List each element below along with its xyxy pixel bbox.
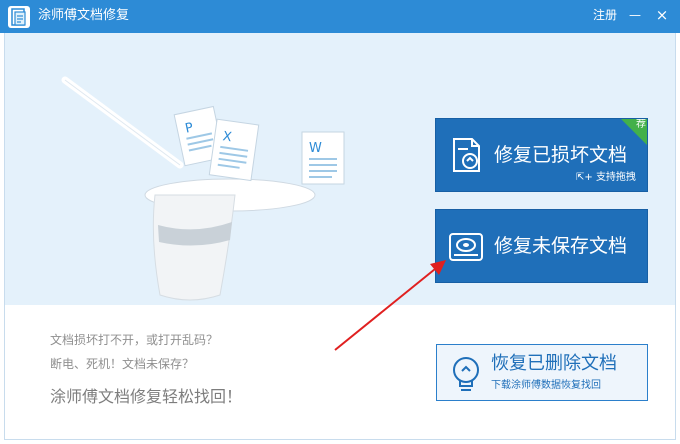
minimize-button[interactable]: — [627,6,643,24]
lightbulb-icon [447,354,485,394]
repair-damaged-button[interactable]: 修复已损坏文档 ⇱+ 支持拖拽 荐 [435,118,648,192]
window-title: 涂师傅文档修复 [38,8,130,23]
magic-hat-documents-illustration: P X W [60,70,360,310]
recommended-badge-text: 荐 [636,119,646,130]
disk-icon [446,226,486,266]
close-button[interactable]: × [654,6,670,24]
recover-deleted-sublabel: 下载涂师傅数据恢复找回 [491,380,601,391]
repair-unsaved-label: 修复未保存文档 [494,235,628,257]
app-window: 涂师傅文档修复 注册 — × P X W 修复已损坏文档 ⇱+ 支持拖拽 荐 修… [0,0,680,444]
title-bar[interactable]: 涂师傅文档修复 注册 — × [0,0,680,33]
recover-deleted-label: 恢复已删除文档 [491,353,617,374]
app-logo-icon [8,6,30,28]
drag-support-label: ⇱+ 支持拖拽 [576,171,636,185]
cursor-plus-icon: ⇱+ [576,172,596,183]
recover-deleted-button[interactable]: 恢复已删除文档 下载涂师傅数据恢复找回 [436,344,648,401]
tagline-damaged: 文档损坏打不开，或打开乱码？ [50,333,219,347]
drag-support-text: 支持拖拽 [595,172,636,183]
tagline-unsaved: 断电、死机！文档未保存？ [50,357,195,371]
repair-unsaved-button[interactable]: 修复未保存文档 [435,209,648,283]
register-link[interactable]: 注册 [593,6,617,24]
tagline-slogan: 涂师傅文档修复轻松找回！ [50,387,243,406]
doc-letter-w: W [309,141,322,156]
repair-damaged-label: 修复已损坏文档 [494,144,628,166]
damaged-document-icon [446,135,486,175]
red-arrow-icon [334,260,446,351]
